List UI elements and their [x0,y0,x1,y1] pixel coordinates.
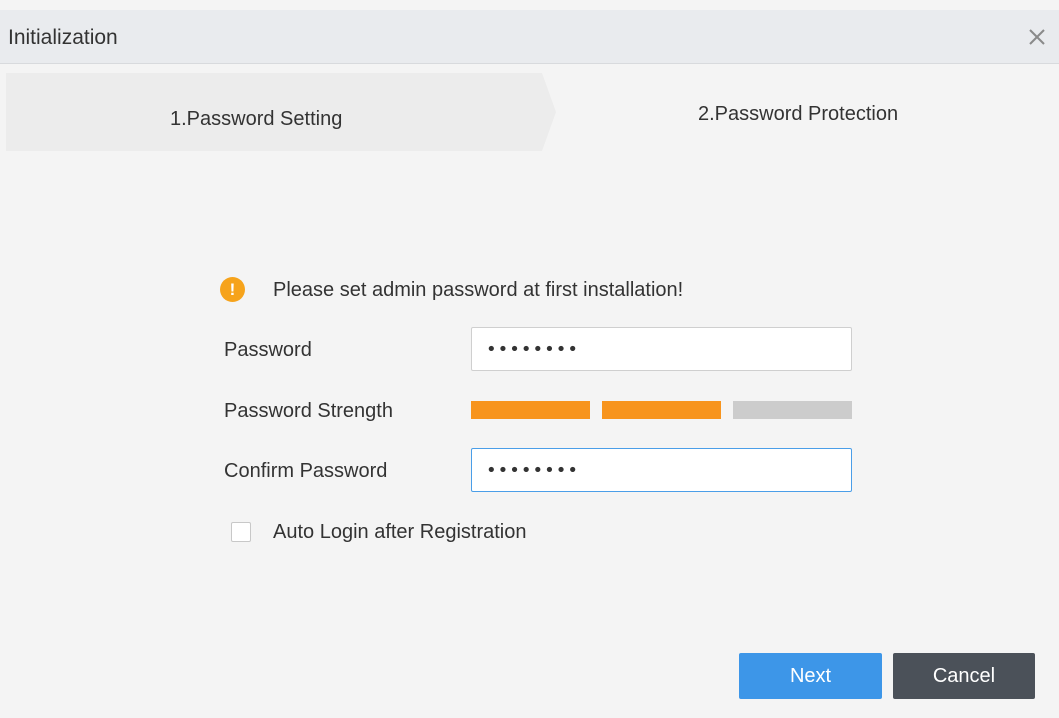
confirm-password-input[interactable] [472,449,851,491]
cancel-button[interactable]: Cancel [893,653,1035,699]
strength-bar-segment-2 [602,401,721,419]
password-strength-label: Password Strength [224,400,393,422]
strength-bar-segment-3 [733,401,852,419]
dialog-title-bar: Initialization [0,10,1059,64]
password-input[interactable] [472,328,851,370]
auto-login-checkbox[interactable] [231,522,251,542]
next-button[interactable]: Next [739,653,882,699]
password-field-container [471,327,852,371]
strength-bar-segment-1 [471,401,590,419]
confirm-password-field-container [471,448,852,492]
step-indicator: 1.Password Setting 2.Password Protection [0,73,1059,151]
auto-login-label[interactable]: Auto Login after Registration [273,520,527,544]
confirm-password-label: Confirm Password [224,460,388,482]
step-password-setting-label: 1.Password Setting [170,108,343,130]
warning-text: Please set admin password at first insta… [273,279,684,301]
close-icon[interactable] [1025,25,1049,49]
dialog-title: Initialization [8,26,118,49]
password-label: Password [224,339,312,361]
step-password-protection-label: 2.Password Protection [698,103,899,125]
warning-icon: ! [220,277,245,302]
initialization-dialog: Initialization 1.Password Setting 2.Pass… [0,0,1059,718]
